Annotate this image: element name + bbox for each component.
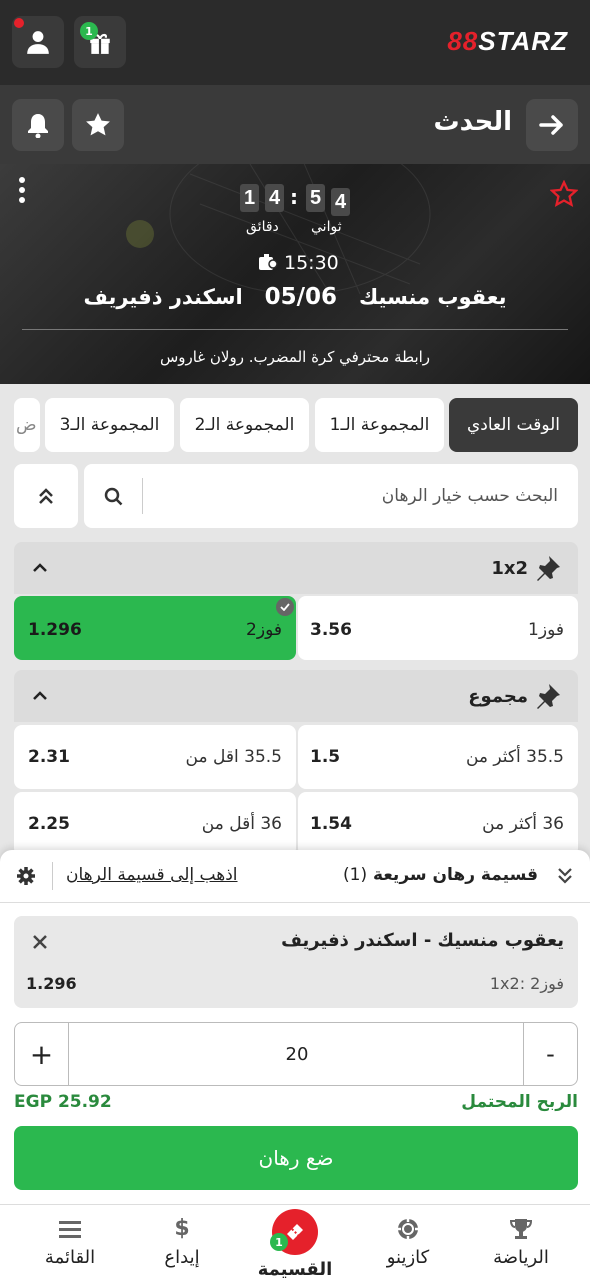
tab-more[interactable]: ض bbox=[14, 398, 40, 452]
profile-button[interactable] bbox=[12, 16, 64, 68]
pin-icon[interactable] bbox=[534, 554, 562, 582]
star-icon bbox=[86, 113, 110, 136]
divider bbox=[52, 862, 53, 890]
search-divider bbox=[142, 478, 143, 514]
search-bar[interactable]: البحث حسب خيار الرهان bbox=[84, 464, 578, 528]
slip-event-name: يعقوب منسيك - اسكندر ذفيريف bbox=[281, 930, 564, 951]
top-bar: 1 88STARZ bbox=[0, 0, 590, 85]
away-team: اسكندر ذفيريف bbox=[83, 285, 243, 309]
slip-selection: 1x2: فوز2 bbox=[489, 974, 564, 993]
timer-minutes-ones: 4 bbox=[265, 184, 284, 212]
nav-casino[interactable]: كازينو bbox=[358, 1217, 458, 1268]
nav-betslip[interactable]: 1 القسيمة bbox=[245, 1209, 345, 1280]
double-chevron-up-icon bbox=[39, 488, 53, 504]
increase-stake-button[interactable]: + bbox=[15, 1023, 69, 1085]
search-icon bbox=[104, 487, 123, 506]
search-input[interactable]: البحث حسب خيار الرهان bbox=[382, 486, 558, 506]
gear-icon[interactable] bbox=[16, 866, 36, 886]
odd-win2-selected[interactable]: فوز2 1.296 bbox=[14, 596, 296, 660]
user-icon bbox=[27, 31, 49, 54]
nav-deposit[interactable]: $ إيداع bbox=[132, 1216, 232, 1269]
collapse-all-button[interactable] bbox=[14, 464, 78, 528]
go-to-betslip-link[interactable]: اذهب إلى قسيمة الرهان bbox=[66, 865, 238, 885]
tab-regular-time[interactable]: الوقت العادي bbox=[449, 398, 578, 452]
timer-minutes-tens: 1 bbox=[240, 184, 259, 212]
timer-separator: : bbox=[290, 185, 298, 209]
bell-icon bbox=[28, 114, 48, 138]
betslip-count-badge: 1 bbox=[270, 1233, 288, 1251]
trophy-icon bbox=[509, 1219, 533, 1239]
divider bbox=[22, 329, 568, 330]
logo[interactable]: 88STARZ bbox=[447, 26, 568, 57]
more-options-button[interactable] bbox=[18, 176, 26, 204]
quick-bet-slip: اذهب إلى قسيمة الرهان قسيمة رهان سريعة (… bbox=[0, 850, 590, 1204]
chevron-up-icon bbox=[33, 691, 47, 700]
nav-menu[interactable]: القائمة bbox=[20, 1217, 120, 1268]
slip-bet-item: يعقوب منسيك - اسكندر ذفيريف 1x2: فوز2 1.… bbox=[14, 916, 578, 1008]
tab-set-2[interactable]: المجموعة الـ2 bbox=[180, 398, 309, 452]
page-title: الحدث bbox=[433, 107, 512, 137]
minutes-label: دقائق bbox=[246, 219, 279, 235]
potential-win-value: EGP 25.92 bbox=[14, 1092, 112, 1112]
decrease-stake-button[interactable]: - bbox=[523, 1023, 577, 1085]
odd-win1[interactable]: فوز1 3.56 bbox=[298, 596, 578, 660]
event-bar: الحدث bbox=[0, 85, 590, 164]
tab-set-3[interactable]: المجموعة الـ3 bbox=[45, 398, 174, 452]
timer-seconds-tens: 5 bbox=[306, 184, 325, 212]
market-title-1x2: 1x2 bbox=[491, 558, 528, 579]
potential-win-label: الربح المحتمل bbox=[461, 1092, 578, 1112]
match-time: 15:30 bbox=[284, 252, 339, 274]
betslip-circle: 1 bbox=[270, 1209, 318, 1255]
check-icon bbox=[276, 598, 294, 616]
nav-sports[interactable]: الرياضة bbox=[471, 1217, 571, 1268]
slip-title: قسيمة رهان سريعة (1) bbox=[343, 865, 538, 885]
star-outline-icon bbox=[550, 180, 578, 208]
market-header-1x2[interactable]: 1x2 bbox=[14, 542, 578, 594]
odd-over-35-5[interactable]: 35.5 أكثر من 1.5 bbox=[298, 725, 578, 789]
odd-under-36[interactable]: 36 أقل من 2.25 bbox=[14, 792, 296, 856]
match-date: 05/06 bbox=[264, 284, 338, 310]
favorite-match-button[interactable] bbox=[550, 180, 578, 208]
home-team: يعقوب منسيك bbox=[359, 285, 507, 309]
pin-icon[interactable] bbox=[534, 682, 562, 710]
odd-under-35-5[interactable]: 35.5 اقل من 2.31 bbox=[14, 725, 296, 789]
favorite-button[interactable] bbox=[72, 99, 124, 151]
tab-set-1[interactable]: المجموعة الـ1 bbox=[315, 398, 444, 452]
notifications-button[interactable] bbox=[12, 99, 64, 151]
gifts-button[interactable]: 1 bbox=[74, 16, 126, 68]
bottom-nav: الرياضة كازينو 1 القسيمة $ إيداع القائمة bbox=[0, 1204, 590, 1280]
market-title-total: مجموع bbox=[468, 686, 528, 707]
stake-input[interactable]: 20 bbox=[69, 1023, 525, 1085]
double-chevron-down-icon[interactable] bbox=[556, 867, 574, 885]
place-bet-button[interactable]: ضع رهان bbox=[14, 1126, 578, 1190]
kebab-menu-icon bbox=[19, 177, 25, 203]
back-button[interactable] bbox=[526, 99, 578, 151]
slip-odd: 1.296 bbox=[26, 974, 77, 993]
notification-dot bbox=[14, 18, 24, 28]
odd-over-36[interactable]: 36 أكثر من 1.54 bbox=[298, 792, 578, 856]
seconds-label: ثواني bbox=[311, 219, 342, 235]
match-teams: يعقوب منسيك 05/06 اسكندر ذفيريف bbox=[0, 284, 590, 310]
hamburger-menu-icon bbox=[59, 1221, 81, 1238]
league-name: رابطة محترفي كرة المضرب. رولان غاروس bbox=[159, 348, 431, 366]
stopwatch-icon bbox=[259, 254, 278, 270]
arrow-right-icon bbox=[539, 115, 563, 135]
dollar-icon: $ bbox=[174, 1216, 190, 1241]
timer-seconds-ones: 4 bbox=[331, 188, 350, 216]
chevron-up-icon bbox=[33, 563, 47, 572]
match-hero: 1 4 : 5 4 دقائق ثواني 15:30 يعقوب منسيك … bbox=[0, 164, 590, 384]
divider bbox=[0, 902, 590, 903]
stake-stepper: + 20 - bbox=[14, 1022, 578, 1086]
market-header-total[interactable]: مجموع bbox=[14, 670, 578, 722]
gift-count-badge: 1 bbox=[80, 22, 98, 40]
casino-chip-icon bbox=[398, 1219, 418, 1239]
close-icon[interactable] bbox=[32, 934, 48, 950]
